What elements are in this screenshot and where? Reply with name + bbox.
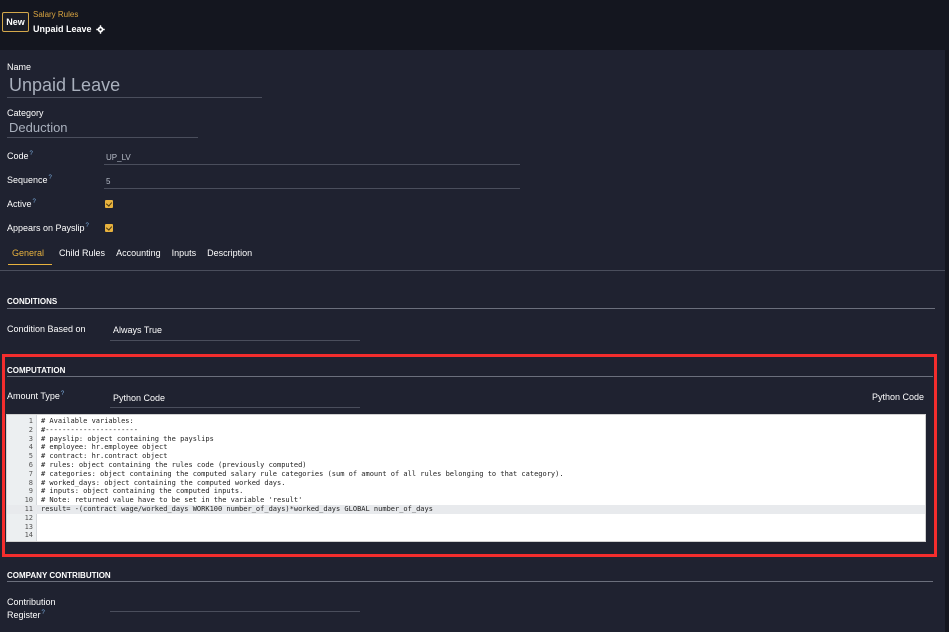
sequence-label-text: Sequence — [7, 175, 48, 185]
company-contribution-section-title: COMPANY CONTRIBUTION — [7, 571, 111, 580]
contribution-register-input[interactable] — [110, 611, 360, 612]
tab-general[interactable]: General — [8, 248, 48, 258]
breadcrumb-parent-link[interactable]: Salary Rules — [33, 10, 78, 19]
active-label-text: Active — [7, 199, 32, 209]
name-input[interactable]: Unpaid Leave — [9, 75, 120, 96]
appears-on-payslip-label: Appears on Payslip? — [7, 223, 89, 233]
conditions-section-title: CONDITIONS — [7, 297, 58, 306]
category-select[interactable]: Deduction — [9, 120, 68, 135]
help-icon[interactable]: ? — [42, 610, 45, 616]
top-bar: New Salary Rules Unpaid Leave — [0, 0, 949, 50]
help-icon[interactable]: ? — [86, 223, 89, 229]
condition-based-on-label: Condition Based on — [7, 324, 86, 334]
active-tab-indicator — [8, 264, 52, 265]
company-contribution-divider — [7, 581, 933, 582]
category-label: Category — [7, 108, 44, 118]
help-icon[interactable]: ? — [33, 199, 36, 205]
name-underline — [7, 97, 262, 98]
code-input[interactable]: UP_LV — [106, 153, 131, 162]
help-icon[interactable]: ? — [30, 151, 33, 157]
contribution-register-label: Contribution Register? — [7, 597, 56, 620]
code-underline — [104, 164, 520, 165]
new-button[interactable]: New — [2, 12, 29, 32]
conditions-divider — [7, 308, 935, 309]
tab-accounting[interactable]: Accounting — [116, 248, 161, 258]
tab-description[interactable]: Description — [207, 248, 252, 258]
contribution-register-label-line2-text: Register — [7, 610, 41, 620]
condition-based-on-select[interactable]: Always True — [113, 325, 162, 335]
tab-inputs[interactable]: Inputs — [172, 248, 197, 258]
code-label-text: Code — [7, 151, 29, 161]
help-icon[interactable]: ? — [49, 175, 52, 181]
gear-icon[interactable] — [95, 24, 105, 34]
name-label: Name — [7, 62, 32, 72]
breadcrumb-current: Unpaid Leave — [33, 24, 105, 34]
appears-on-payslip-label-text: Appears on Payslip — [7, 223, 85, 233]
category-underline — [7, 137, 198, 138]
contribution-register-label-line1: Contribution — [7, 597, 56, 607]
tabs-divider — [0, 270, 945, 271]
tab-child-rules[interactable]: Child Rules — [59, 248, 105, 258]
appears-on-payslip-checkbox[interactable] — [105, 224, 113, 232]
sequence-input[interactable]: 5 — [106, 177, 110, 186]
breadcrumb-current-label: Unpaid Leave — [33, 24, 92, 34]
computation-highlight-box — [2, 354, 937, 557]
condition-underline — [110, 340, 360, 341]
sequence-underline — [104, 188, 520, 189]
notebook-tabs: General Child Rules Accounting Inputs De… — [8, 248, 263, 258]
active-checkbox[interactable] — [105, 200, 113, 208]
sequence-label: Sequence? — [7, 175, 52, 185]
code-label: Code? — [7, 151, 33, 161]
active-label: Active? — [7, 199, 36, 209]
contribution-register-label-line2: Register? — [7, 610, 56, 620]
